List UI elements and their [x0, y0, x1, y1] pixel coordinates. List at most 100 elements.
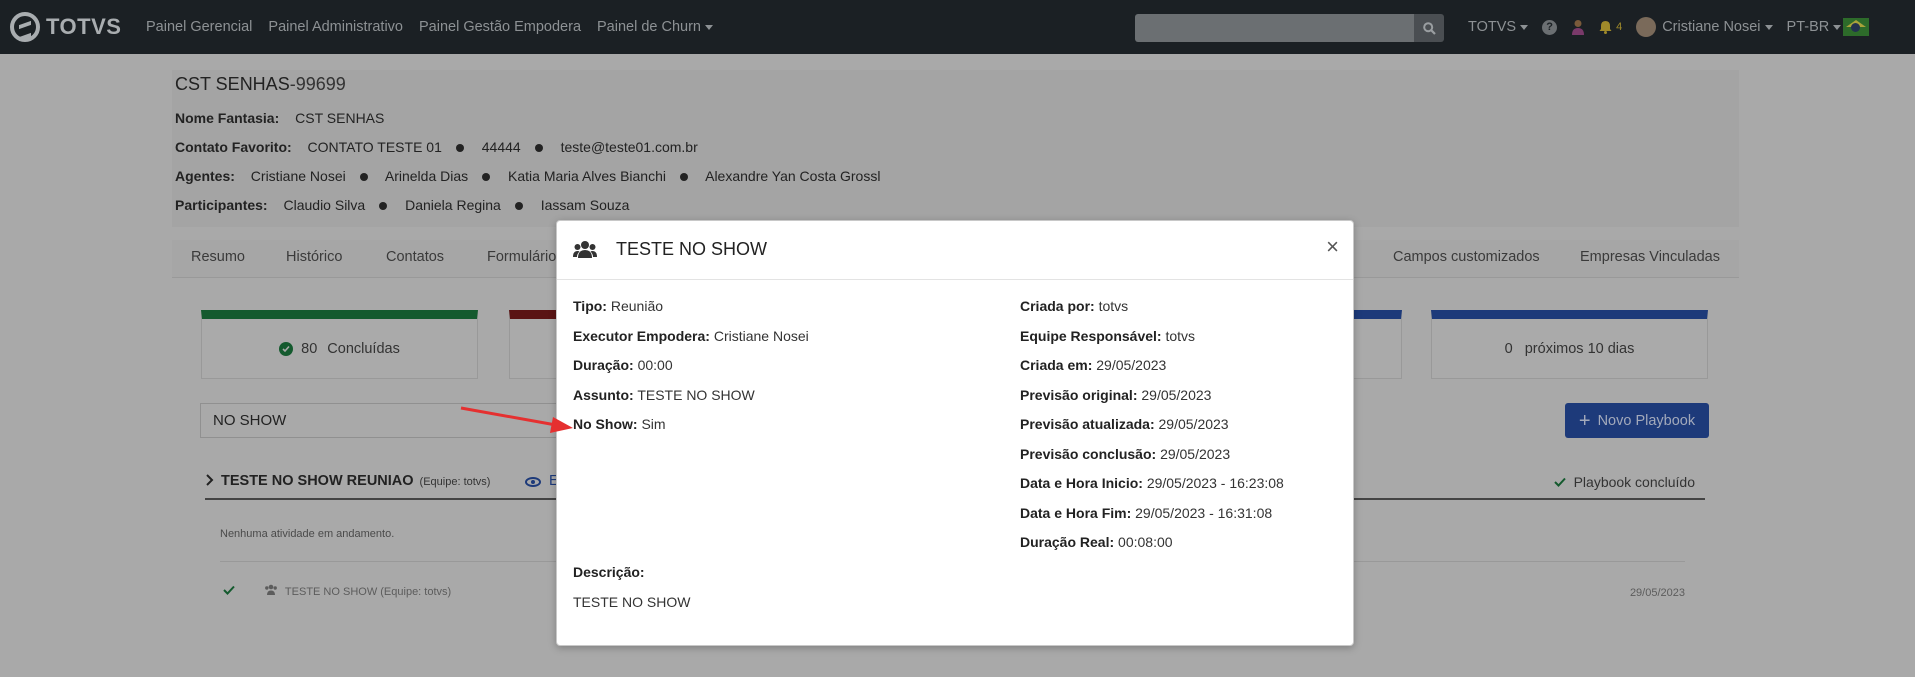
navbar-right: TOTVS ? 4 Cristiane Nosei PT-BR: [1468, 0, 1883, 54]
detail-previsao-original: Previsão original: 29/05/2023: [1020, 387, 1211, 403]
chevron-down-icon: [1520, 24, 1529, 30]
detail-value: 29/05/2023 - 16:31:08: [1135, 505, 1273, 521]
activity-detail-modal: TESTE NO SHOW × Tipo: Reunião Executor E…: [556, 220, 1354, 646]
detail-value: 29/05/2023: [1141, 387, 1212, 403]
detail-data-hora-fim: Data e Hora Fim: 29/05/2023 - 16:31:08: [1020, 505, 1272, 521]
company-dropdown[interactable]: TOTVS: [1468, 19, 1529, 35]
bell-icon: [1599, 21, 1612, 34]
description-value: TESTE NO SHOW: [573, 594, 691, 610]
detail-value: Cristiane Nosei: [713, 328, 809, 344]
top-navbar: TOTVS Painel Gerencial Painel Administra…: [0, 0, 1915, 54]
fantasy-value: CST SENHAS: [295, 110, 385, 126]
language-dropdown[interactable]: PT-BR: [1787, 18, 1870, 36]
separator-dot: [455, 144, 464, 153]
plus-icon: +: [1578, 409, 1591, 432]
agent-name: Alexandre Yan Costa Grossl: [705, 168, 881, 184]
completed-label: Concluídas: [327, 340, 400, 357]
chevron-down-icon: [1764, 24, 1773, 30]
company-label: TOTVS: [1468, 19, 1517, 35]
detail-label: Tipo:: [573, 298, 607, 314]
new-playbook-button[interactable]: + Novo Playbook: [1565, 403, 1709, 438]
open-stat-card[interactable]: [1354, 310, 1402, 379]
person-icon: [1572, 20, 1585, 35]
customer-name: CST SENHAS: [175, 74, 290, 94]
detail-label: Previsão atualizada:: [1020, 416, 1155, 432]
participants-row: Participantes: Claudio Silva Daniela Reg…: [175, 197, 643, 213]
activity-date: 29/05/2023: [1629, 587, 1685, 599]
completed-stat-card[interactable]: 80 Concluídas: [201, 310, 478, 379]
participants-label: Participantes:: [175, 197, 268, 213]
menu-painel-administrativo[interactable]: Painel Administrativo: [268, 19, 403, 35]
participant-name: Daniela Regina: [405, 197, 501, 213]
detail-value: totvs: [1098, 298, 1129, 314]
notification-count: 4: [1616, 21, 1623, 33]
search-icon: [1422, 21, 1436, 35]
contact-email: teste@teste01.com.br: [560, 139, 698, 155]
separator-dot: [482, 173, 491, 182]
close-icon[interactable]: ×: [1326, 236, 1339, 258]
menu-painel-gestao-empodera[interactable]: Painel Gestão Empodera: [419, 19, 581, 35]
tab-empresas-vinculadas[interactable]: Empresas Vinculadas: [1580, 249, 1720, 265]
playbook-filter-input[interactable]: NO SHOW: [200, 403, 570, 438]
agents-label: Agentes:: [175, 168, 235, 184]
detail-label: Equipe Responsável:: [1020, 328, 1162, 344]
totvs-logo[interactable]: TOTVS: [10, 12, 130, 42]
detail-value: 29/05/2023: [1096, 357, 1167, 373]
tab-campos-customizados[interactable]: Campos customizados: [1393, 249, 1540, 265]
description-label: Descrição:: [573, 564, 645, 580]
description-label-text: Descrição:: [573, 564, 645, 580]
search-input[interactable]: [1135, 14, 1414, 42]
detail-assunto: Assunto: TESTE NO SHOW: [573, 387, 755, 403]
agent-name: Katia Maria Alves Bianchi: [508, 168, 666, 184]
notifications-button[interactable]: 4: [1599, 20, 1622, 34]
menu-painel-gerencial[interactable]: Painel Gerencial: [146, 19, 252, 35]
avatar: [1636, 17, 1657, 37]
modal-title: TESTE NO SHOW: [616, 239, 768, 259]
detail-value: Sim: [641, 416, 666, 432]
detail-data-hora-inicio: Data e Hora Inicio: 29/05/2023 - 16:23:0…: [1020, 475, 1284, 491]
detail-label: Previsão original:: [1020, 387, 1138, 403]
customer-title: CST SENHAS-99699: [175, 74, 346, 95]
eye-icon[interactable]: [525, 477, 541, 487]
detail-label: Duração:: [573, 357, 634, 373]
help-button[interactable]: ?: [1542, 19, 1558, 35]
upcoming-count: 0: [1504, 340, 1513, 357]
check-circle-icon: [279, 341, 294, 356]
detail-value: TESTE NO SHOW: [637, 387, 755, 403]
language-label: PT-BR: [1786, 19, 1830, 35]
check-icon: [1553, 477, 1566, 487]
contact-row: Contato Favorito: CONTATO TESTE 01 44444…: [175, 139, 712, 155]
activity-title: TESTE NO SHOW: [284, 586, 378, 598]
user-menu[interactable]: Cristiane Nosei: [1636, 17, 1773, 37]
menu-painel-de-churn-label: Painel de Churn: [597, 19, 702, 35]
overdue-stat-card[interactable]: [509, 310, 557, 379]
agent-status-button[interactable]: [1571, 19, 1585, 35]
customer-code: -99699: [289, 74, 346, 94]
detail-executor: Executor Empodera: Cristiane Nosei: [573, 328, 809, 344]
tab-formulario[interactable]: Formulário: [487, 249, 556, 265]
search-button[interactable]: [1414, 14, 1444, 42]
detail-duracao: Duração: 00:00: [573, 357, 673, 373]
playbook-team: (Equipe: totvs): [419, 476, 491, 488]
agent-name: Cristiane Nosei: [250, 168, 346, 184]
tab-resumo[interactable]: Resumo: [191, 249, 245, 265]
playbook-title: TESTE NO SHOW REUNIAO (Equipe: totvs): [205, 473, 490, 489]
detail-label: Previsão conclusão:: [1020, 446, 1157, 462]
brand-text: TOTVS: [46, 14, 122, 39]
check-icon: [223, 585, 235, 595]
tab-historico[interactable]: Histórico: [286, 249, 342, 265]
detail-value: 00:08:00: [1118, 534, 1173, 550]
participant-name: Iassam Souza: [540, 197, 630, 213]
main-menu: Painel Gerencial Painel Administrativo P…: [146, 19, 729, 35]
empty-activities-message: Nenhuma atividade em andamento.: [220, 528, 395, 540]
tab-contatos[interactable]: Contatos: [386, 249, 444, 265]
modal-header: TESTE NO SHOW ×: [557, 221, 1353, 280]
totvs-logo-icon: [10, 12, 40, 42]
users-icon: [265, 584, 277, 595]
agents-row: Agentes: Cristiane Nosei Arinelda Dias K…: [175, 168, 894, 184]
detail-label: Data e Hora Inicio:: [1020, 475, 1143, 491]
menu-painel-de-churn[interactable]: Painel de Churn: [597, 19, 714, 35]
detail-value: 29/05/2023 - 16:23:08: [1146, 475, 1284, 491]
upcoming-stat-card[interactable]: 0 próximos 10 dias: [1431, 310, 1708, 379]
separator-dot: [679, 173, 688, 182]
